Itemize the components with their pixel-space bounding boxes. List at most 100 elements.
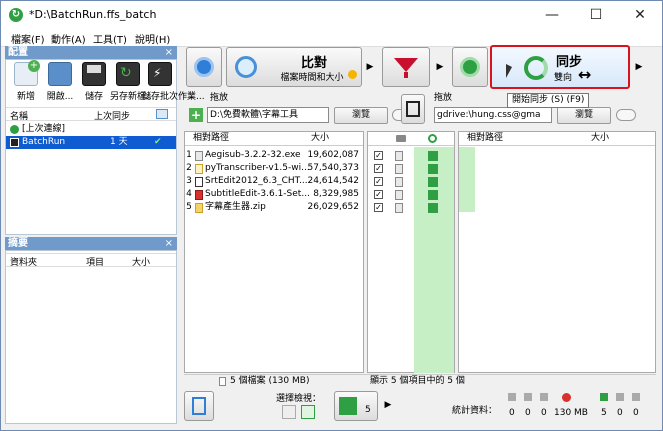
action-row[interactable]: ✓ <box>368 175 454 188</box>
sync-settings-button[interactable] <box>452 47 488 87</box>
app-window: ↻ *D:\BatchRun.ffs_batch — ☐ ✕ 檔案(F) 動作(… <box>0 0 663 431</box>
update-right-icon <box>616 393 624 401</box>
stat-delete-right: 0 <box>633 408 639 418</box>
save-batch-label: 儲存批次作業... <box>142 92 205 102</box>
copy-right-icon[interactable] <box>428 190 438 200</box>
swap-sides-button[interactable] <box>401 94 425 124</box>
file-name: Aegisub-3.2.2-32.exe <box>205 150 301 160</box>
new-config-label: 新增 <box>16 92 35 102</box>
summary-panel-title: 摘要 <box>8 238 28 249</box>
file-size: 57,540,373 <box>307 163 359 173</box>
add-folder-pair-icon[interactable]: + <box>189 108 203 122</box>
new-config-icon: + <box>14 60 40 86</box>
file-icon <box>395 177 403 187</box>
left-browse-button[interactable]: 瀏覽 <box>334 107 388 124</box>
mouse-cursor-icon <box>506 64 512 78</box>
file-icon <box>195 151 203 161</box>
copy-right-icon[interactable] <box>428 151 438 161</box>
column-size[interactable]: 大小 <box>132 255 150 268</box>
compare-dropdown-arrow[interactable]: ▶ <box>365 48 375 86</box>
sync-action-preview-button[interactable]: 5 <box>334 391 378 421</box>
table-row[interactable]: 5 字幕產生器.zip 26,029,652 <box>185 201 363 214</box>
cloud-icon[interactable] <box>616 109 636 121</box>
column-name[interactable]: 名稱 <box>10 109 28 122</box>
summary-header: 資料夾 項目 大小 <box>6 253 176 268</box>
status-bar: 5 個檔案 (130 MB) 顯示 5 個項目中的 5 個 <box>184 374 656 387</box>
compare-button[interactable]: 比對 檔案時間和大小 <box>226 47 362 87</box>
checkbox[interactable]: ✓ <box>374 164 383 173</box>
maximize-button[interactable]: ☐ <box>574 1 618 29</box>
column-size[interactable]: 大小 <box>311 132 329 145</box>
category-view-icon[interactable] <box>282 405 296 419</box>
right-folder-input[interactable]: gdrive:\hung.css@gma <box>434 107 552 123</box>
copy-right-icon[interactable] <box>428 177 438 187</box>
config-list-item-selected[interactable]: BatchRun 1 天 ✔ <box>6 136 176 149</box>
sync-dropdown-arrow[interactable]: ▶ <box>634 48 644 86</box>
window-title: *D:\BatchRun.ffs_batch <box>29 8 157 21</box>
delete-left-icon <box>540 393 548 401</box>
new-config-button[interactable]: + 新增 <box>8 60 44 102</box>
menu-file[interactable]: 檔案(F) <box>11 31 45 46</box>
save-batch-button[interactable]: ⚡ 儲存批次作業... <box>142 62 205 102</box>
action-row[interactable]: ✓ <box>368 188 454 201</box>
open-config-button[interactable]: 開啟... <box>42 62 78 102</box>
sync-icon <box>10 125 19 134</box>
sync-button[interactable]: 同步 雙向 ↔ <box>490 45 630 89</box>
save-as-button[interactable]: ↻ 另存新檔... <box>110 62 155 102</box>
action-row[interactable]: ✓ <box>368 162 454 175</box>
copy-right-icon[interactable] <box>428 203 438 213</box>
file-name: 字幕產生器.zip <box>205 202 266 212</box>
view-log-button[interactable] <box>184 391 214 421</box>
filter-dropdown-arrow[interactable]: ▶ <box>435 48 445 86</box>
checkmark-icon: ✔ <box>154 137 162 147</box>
summary-panel-header: 摘要 × <box>5 237 177 250</box>
column-relative-path[interactable]: 相對路徑 <box>467 132 503 145</box>
checkbox[interactable]: ✓ <box>374 190 383 199</box>
filter-button[interactable] <box>382 47 430 87</box>
table-row[interactable]: 1 Aegisub-3.2.2-32.exe 19,602,087 <box>185 149 363 162</box>
close-button[interactable]: ✕ <box>618 1 662 29</box>
action-view-icon[interactable] <box>301 405 315 419</box>
data-size-icon <box>562 393 571 402</box>
compare-settings-button[interactable] <box>186 47 222 87</box>
left-file-count: 5 個檔案 (130 MB) <box>230 376 310 386</box>
table-row[interactable]: 2 pyTranscriber-v1.5-wi... 57,540,373 <box>185 162 363 175</box>
column-items[interactable]: 項目 <box>86 255 104 268</box>
config-list-item[interactable]: [上次連線] <box>6 123 176 136</box>
right-file-grid: 相對路徑 大小 <box>458 131 656 373</box>
summary-panel: 資料夾 項目 大小 <box>5 250 177 424</box>
table-row[interactable]: 4 SubtitleEdit-3.6.1-Set... 8,329,985 <box>185 188 363 201</box>
column-size[interactable]: 大小 <box>591 132 609 145</box>
checkbox[interactable]: ✓ <box>374 151 383 160</box>
file-icon <box>395 164 403 174</box>
copy-right-icon[interactable] <box>428 164 438 174</box>
minimize-button[interactable]: — <box>530 1 574 29</box>
checkbox[interactable]: ✓ <box>374 203 383 212</box>
stat-create-left: 0 <box>509 408 515 418</box>
menu-actions[interactable]: 動作(A) <box>51 31 86 46</box>
summary-panel-close-button[interactable]: × <box>165 237 173 250</box>
column-relative-path[interactable]: 相對路徑 <box>193 132 229 145</box>
camera-icon[interactable] <box>396 135 406 142</box>
table-row[interactable]: 3 SrtEdit2012_6.3_CHT.... 24,614,542 <box>185 175 363 188</box>
compare-title: 比對 <box>300 56 327 71</box>
menu-tools[interactable]: 工具(T) <box>93 31 127 46</box>
column-folder[interactable]: 資料夾 <box>10 255 37 268</box>
menu-help[interactable]: 說明(H) <box>135 31 170 46</box>
view-dropdown-arrow[interactable]: ▶ <box>383 386 393 424</box>
column-last-sync[interactable]: 上次同步 <box>94 109 130 122</box>
column-options-icon[interactable] <box>156 109 168 119</box>
bottom-bar: 選擇檢視： 5 ▶ 統計資料： 0 0 0 130 MB 5 0 0 <box>184 389 656 425</box>
config-panel-close-button[interactable]: × <box>165 46 173 59</box>
right-browse-button[interactable]: 瀏覽 <box>557 107 611 124</box>
save-button[interactable]: 儲存 <box>76 62 112 102</box>
config-list-header: 名稱 上次同步 <box>6 107 176 122</box>
copy-right-icon <box>339 397 357 415</box>
sync-action-header-icon[interactable] <box>428 134 437 143</box>
right-drop-label: 拖放 <box>434 93 453 103</box>
left-folder-input[interactable]: D:\免費軟體\字幕工具 <box>207 107 329 123</box>
row-number: 2 <box>186 163 192 173</box>
action-row[interactable]: ✓ <box>368 201 454 214</box>
action-row[interactable]: ✓ <box>368 149 454 162</box>
checkbox[interactable]: ✓ <box>374 177 383 186</box>
